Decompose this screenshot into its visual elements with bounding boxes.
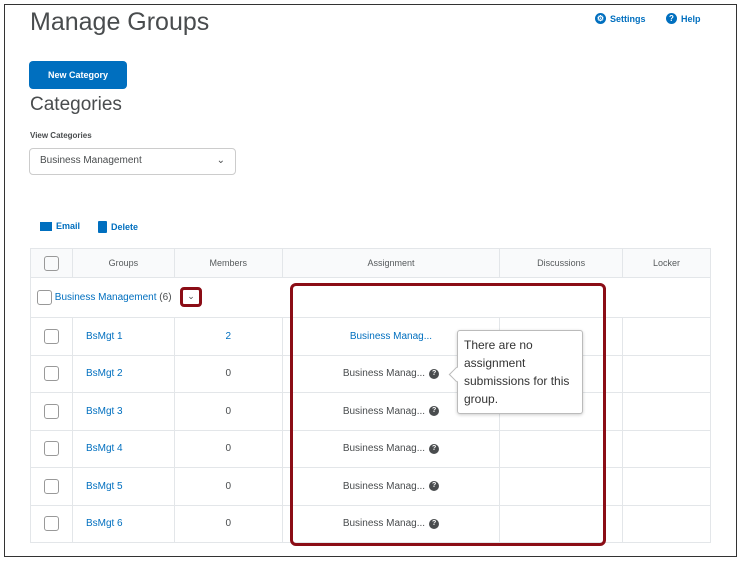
row-checkbox[interactable]	[43, 441, 59, 457]
members-count: 0	[225, 518, 231, 530]
assignment-link: Business Manag...	[342, 443, 426, 455]
discussions-cell	[499, 504, 624, 543]
expand-category-button[interactable]: ⌄	[180, 287, 202, 307]
view-categories-select[interactable]: Business Management ⌄	[29, 148, 236, 175]
discussions-cell	[499, 467, 624, 506]
table-row: BsMgt 4 0 Business Manag...?	[30, 429, 711, 468]
help-icon[interactable]: ?	[429, 481, 440, 492]
table-row: BsMgt 2 0 Business Manag...?	[30, 354, 711, 393]
view-categories-label: View Categories	[30, 131, 92, 140]
row-checkbox[interactable]	[43, 478, 59, 494]
locker-cell	[622, 504, 711, 543]
locker-cell	[622, 429, 711, 468]
row-checkbox[interactable]	[43, 516, 59, 532]
delete-label: Delete	[111, 222, 139, 232]
row-checkbox[interactable]	[43, 366, 59, 382]
settings-link[interactable]: ⚙ Settings	[595, 13, 646, 24]
group-link[interactable]: BsMgt 6	[86, 518, 123, 529]
help-label: Help	[681, 13, 701, 24]
email-button[interactable]: Email	[40, 221, 80, 231]
header-assignment[interactable]: Assignment	[281, 248, 501, 278]
delete-button[interactable]: Delete	[98, 221, 138, 233]
category-row: Business Management (6)	[30, 277, 712, 318]
header-groups[interactable]: Groups	[71, 248, 175, 278]
email-label: Email	[56, 221, 81, 231]
assignment-link: Business Manag...	[342, 368, 426, 380]
gear-icon: ⚙	[595, 13, 606, 24]
header-discussions[interactable]: Discussions	[499, 248, 624, 278]
group-link[interactable]: BsMgt 1	[86, 331, 123, 342]
table-row: BsMgt 5 0 Business Manag...?	[30, 467, 711, 506]
discussions-cell	[499, 429, 624, 468]
row-checkbox[interactable]	[43, 403, 59, 419]
settings-label: Settings	[610, 13, 646, 24]
locker-cell	[622, 317, 711, 356]
help-icon[interactable]: ?	[429, 406, 440, 417]
help-icon[interactable]: ?	[429, 368, 440, 379]
table-header: Groups Members Assignment Discussions Lo…	[30, 248, 711, 278]
envelope-icon	[40, 221, 52, 231]
members-count: 0	[225, 405, 231, 417]
groups-table: Groups Members Assignment Discussions Lo…	[30, 248, 712, 543]
group-link[interactable]: BsMgt 3	[86, 406, 123, 417]
tooltip: There are no assignment submissions for …	[457, 330, 583, 414]
table-row: BsMgt 1 2 Business Manag...	[30, 317, 711, 356]
trash-icon	[98, 221, 107, 233]
categories-heading: Categories	[30, 94, 122, 115]
category-checkbox[interactable]	[37, 290, 52, 305]
row-checkbox[interactable]	[43, 328, 59, 344]
table-row: BsMgt 3 0 Business Manag...?	[30, 392, 711, 431]
members-count: 0	[225, 443, 231, 455]
assignment-link[interactable]: Business Manag...	[350, 331, 432, 342]
header-locker[interactable]: Locker	[622, 248, 711, 278]
members-count[interactable]: 2	[225, 331, 231, 342]
header-members[interactable]: Members	[173, 248, 283, 278]
page-title: Manage Groups	[30, 8, 210, 36]
select-all-checkbox[interactable]	[43, 255, 59, 271]
assignment-link: Business Manag...	[342, 480, 426, 492]
chevron-down-icon: ⌄	[187, 291, 195, 301]
new-category-button[interactable]: New Category	[29, 61, 127, 89]
members-count: 0	[225, 368, 231, 380]
help-icon[interactable]: ?	[429, 518, 440, 529]
group-link[interactable]: BsMgt 2	[86, 368, 123, 379]
chevron-down-icon: ⌄	[216, 155, 225, 166]
assignment-link: Business Manag...	[342, 405, 426, 417]
locker-cell	[622, 392, 711, 431]
category-link[interactable]: Business Management	[55, 292, 157, 303]
locker-cell	[622, 354, 711, 393]
members-count: 0	[225, 480, 231, 492]
locker-cell	[622, 467, 711, 506]
help-link[interactable]: ? Help	[666, 13, 701, 24]
assignment-link: Business Manag...	[342, 518, 426, 530]
group-link[interactable]: BsMgt 5	[86, 481, 123, 492]
help-icon[interactable]: ?	[429, 443, 440, 454]
category-count: (6)	[159, 292, 172, 304]
table-row: BsMgt 6 0 Business Manag...?	[30, 504, 711, 543]
help-icon: ?	[666, 13, 677, 24]
select-value: Business Management	[40, 155, 142, 166]
group-link[interactable]: BsMgt 4	[86, 443, 123, 454]
